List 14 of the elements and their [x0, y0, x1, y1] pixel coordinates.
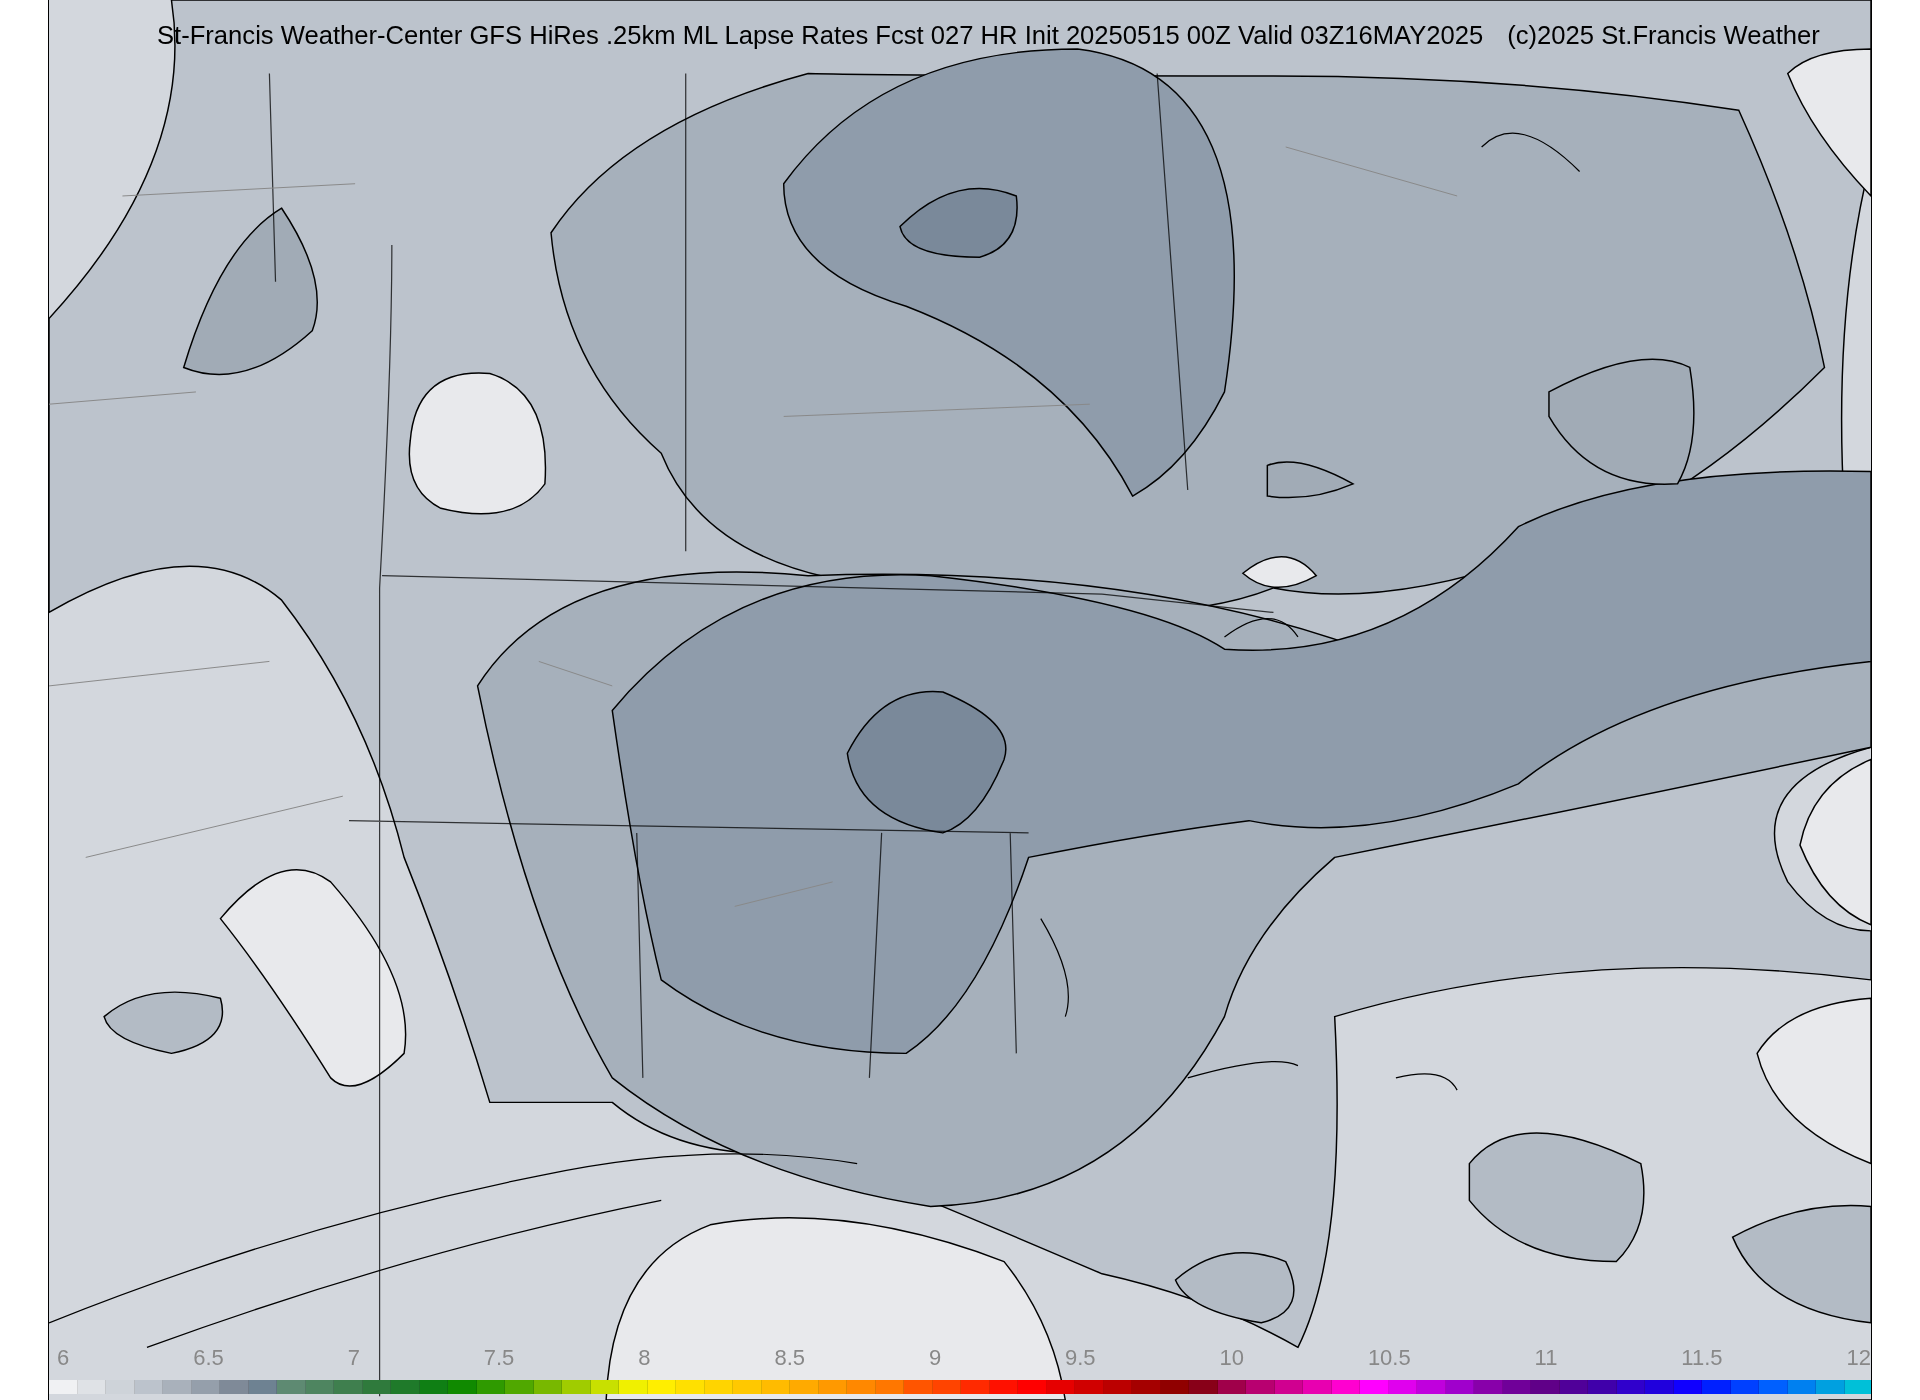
copyright-text: (c)2025 St.Francis Weather: [1507, 20, 1820, 51]
scale-tick-label: 10: [1219, 1344, 1244, 1372]
scale-tick-label: 8.5: [774, 1344, 805, 1372]
scale-tick-label: 7: [347, 1344, 360, 1372]
scale-tick-label: 12: [1846, 1344, 1871, 1372]
scale-tick-label: 11.5: [1681, 1344, 1723, 1372]
scale-tick-label: 9: [928, 1344, 942, 1372]
scale-tick-label: 6.5: [193, 1344, 224, 1372]
scale-tick-label: 10.5: [1367, 1344, 1411, 1372]
scale-tick-label: 6: [57, 1344, 70, 1372]
scale-tick-label: 8: [638, 1344, 651, 1372]
scale-tick-label: 11: [1534, 1344, 1558, 1372]
scale-tick-label: 9.5: [1065, 1344, 1096, 1372]
scale-tick-label: 7.5: [483, 1344, 515, 1372]
